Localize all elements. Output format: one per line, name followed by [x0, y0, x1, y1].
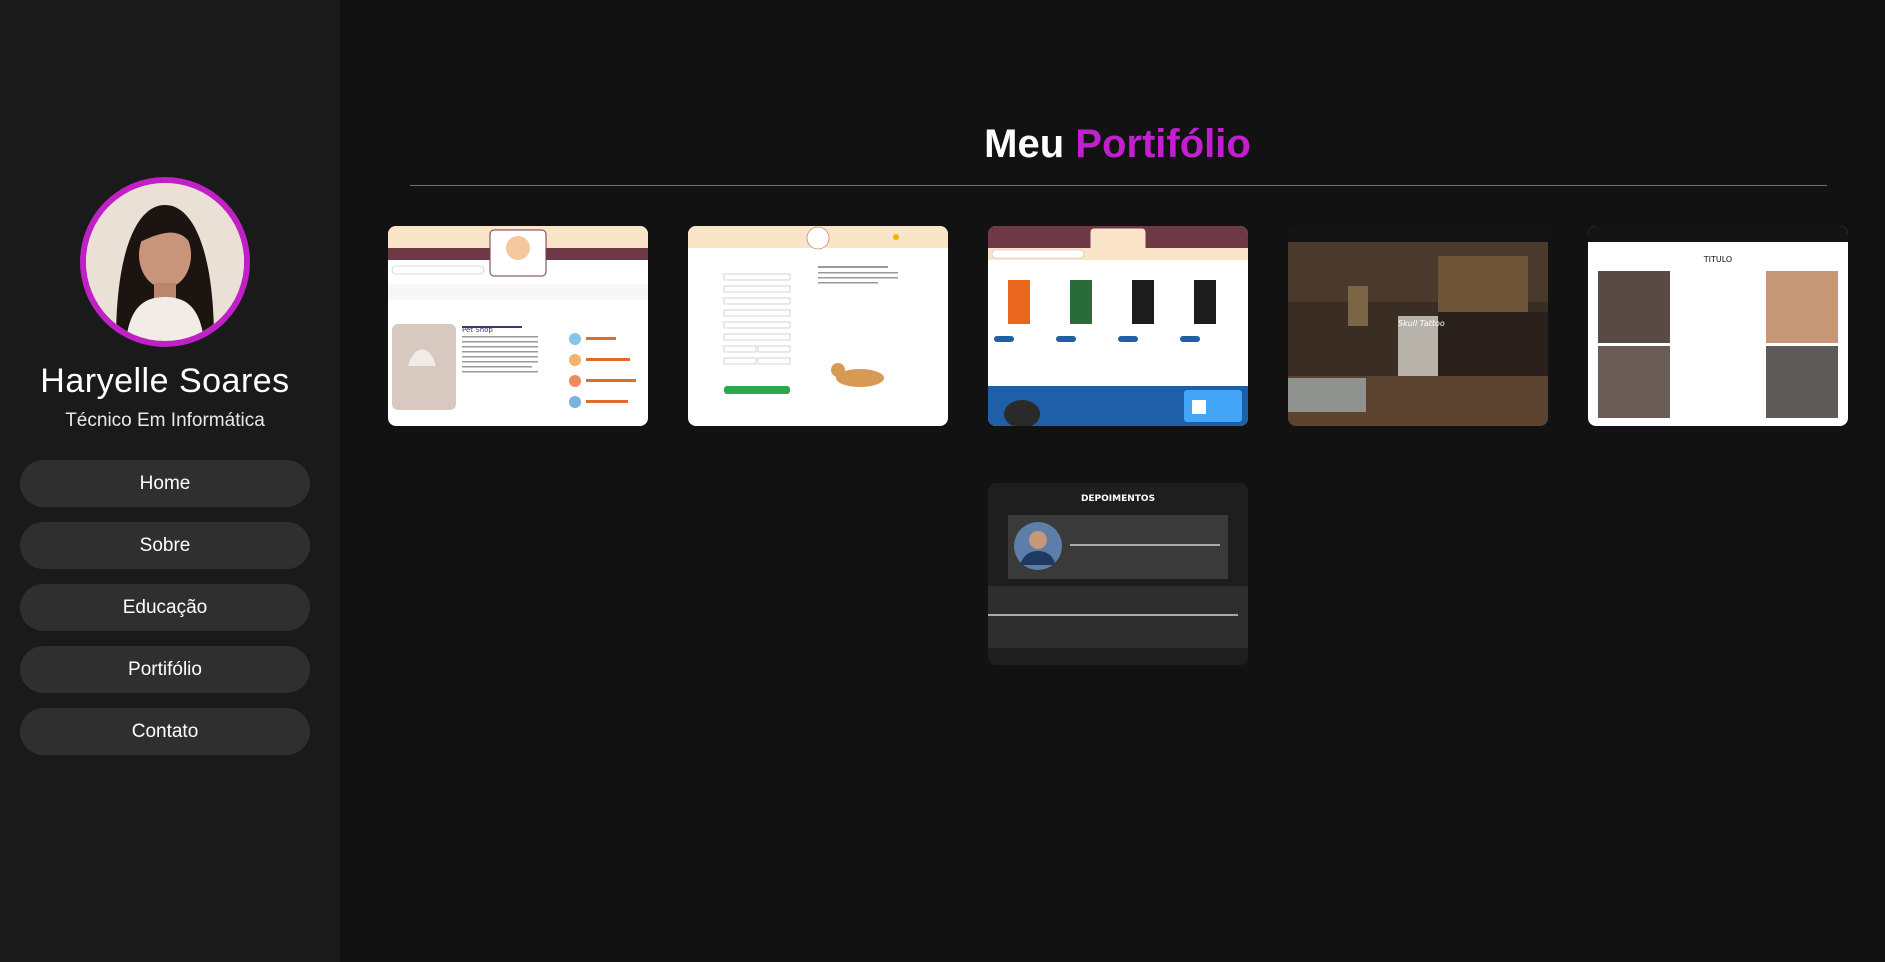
- gallery-screenshot-thumbnail: TITULO: [1588, 226, 1848, 426]
- page-title: Meu Portifólio: [340, 122, 1885, 167]
- page-title-accent: Portifólio: [1075, 122, 1251, 166]
- page-title-part1: Meu: [984, 122, 1065, 166]
- main-content: Meu Portifólio Pet Shop Skull Tattoo TIT…: [340, 0, 1885, 962]
- testimonials-screenshot-thumbnail: DEPOIMENTOS: [988, 483, 1248, 665]
- profile-role: Técnico Em Informática: [65, 410, 265, 431]
- testimonials-heading: DEPOIMENTOS: [1081, 494, 1155, 504]
- nav-contato-button[interactable]: Contato: [20, 708, 310, 755]
- sidebar: Haryelle Soares Técnico Em Informática H…: [0, 0, 340, 962]
- petshop-screenshot-thumbnail: Pet Shop: [388, 226, 648, 426]
- profile-photo: [86, 183, 244, 341]
- nav-home-button[interactable]: Home: [20, 460, 310, 507]
- login-screenshot-thumbnail: [688, 226, 948, 426]
- nav-portifolio-button[interactable]: Portifólio: [20, 646, 310, 693]
- portfolio-card-login[interactable]: [688, 226, 948, 426]
- title-divider: [410, 185, 1827, 186]
- gallery-heading: TITULO: [1703, 255, 1732, 264]
- nav-sobre-button[interactable]: Sobre: [20, 522, 310, 569]
- profile-name: Haryelle Soares: [40, 362, 290, 400]
- store-screenshot-thumbnail: [988, 226, 1248, 426]
- sidebar-nav: Home Sobre Educação Portifólio Contato: [20, 460, 310, 770]
- portfolio-card-testimonials[interactable]: DEPOIMENTOS: [988, 483, 1248, 665]
- profile-avatar: [80, 177, 250, 347]
- nav-educacao-button[interactable]: Educação: [20, 584, 310, 631]
- portfolio-card-store[interactable]: [988, 226, 1248, 426]
- portfolio-card-gallery[interactable]: TITULO: [1588, 226, 1848, 426]
- tattoo-heading: Skull Tattoo: [1398, 319, 1445, 328]
- portfolio-card-tattoo[interactable]: Skull Tattoo: [1288, 226, 1548, 426]
- petshop-heading: Pet Shop: [462, 326, 493, 334]
- portfolio-card-petshop[interactable]: Pet Shop: [388, 226, 648, 426]
- tattoo-screenshot-thumbnail: Skull Tattoo: [1288, 226, 1548, 426]
